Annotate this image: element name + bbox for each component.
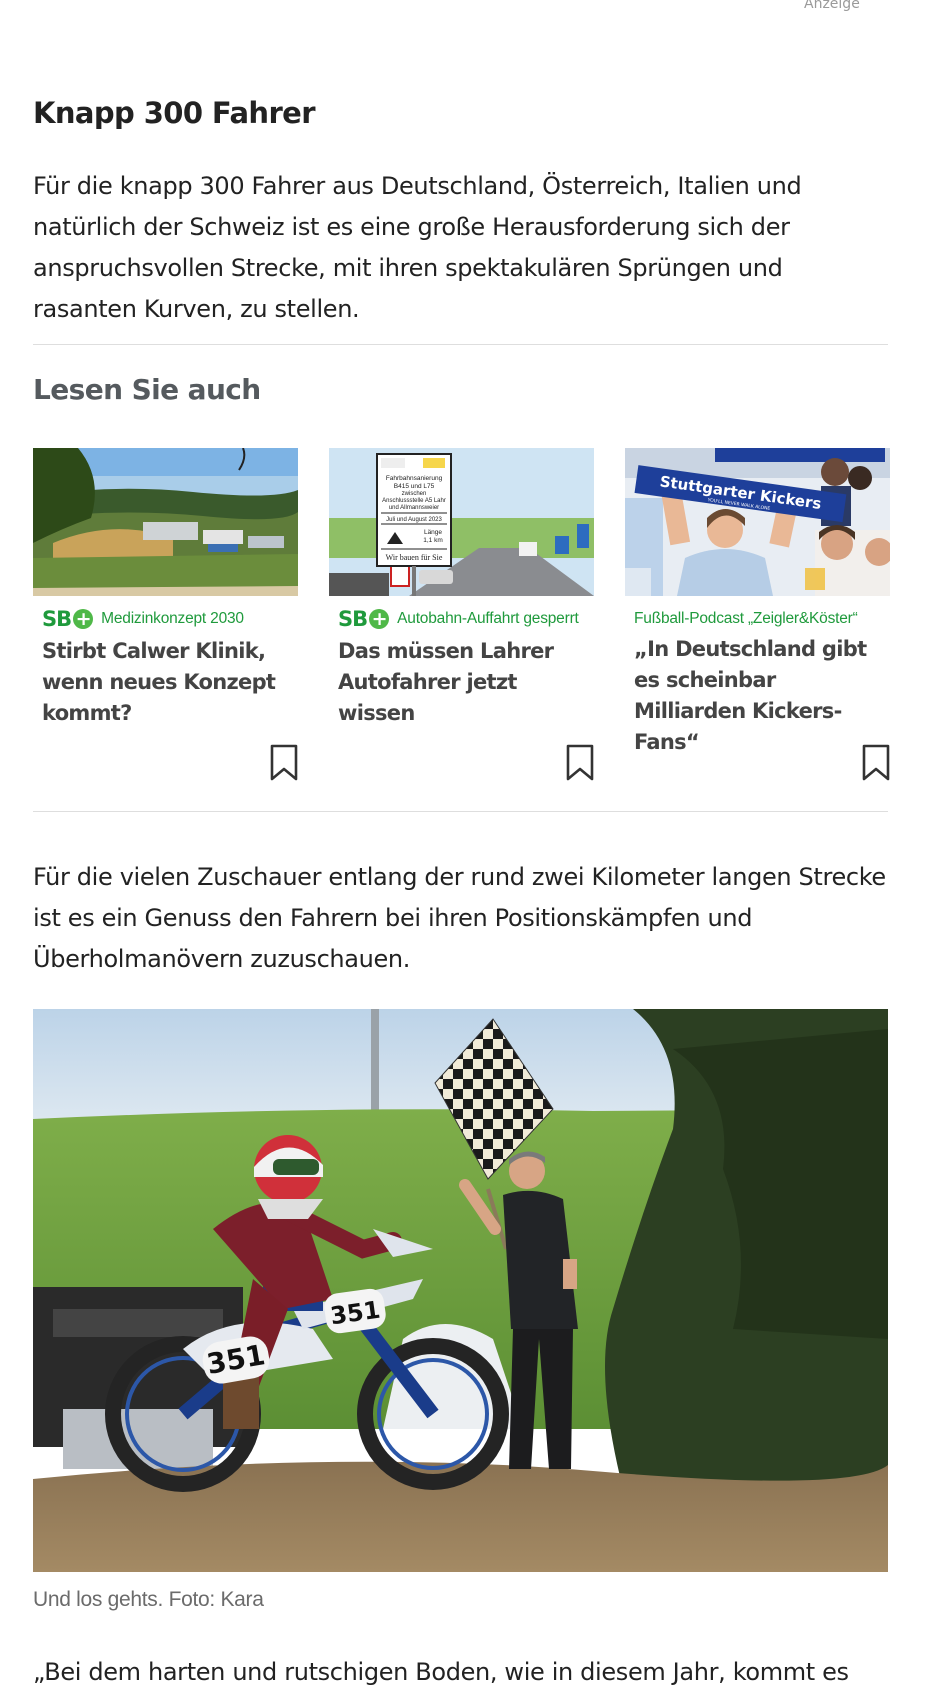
article-photo-motocross[interactable]: 351 351 [33, 1009, 888, 1572]
article-paragraph: Für die vielen Zuschauer entlang der run… [33, 863, 886, 973]
teaser-card-kickers-podcast[interactable]: Stuttgarter Kickers YOU'LL NEVER WALK AL… [625, 448, 890, 793]
sb-plus-badge: SB + [338, 607, 390, 631]
teaser-meta: Fußball-Podcast „Zeigler&Köster“ [634, 607, 890, 631]
sign-text: B415 und L75 [394, 483, 435, 490]
teaser-image-fans[interactable]: Stuttgarter Kickers YOU'LL NEVER WALK AL… [625, 448, 890, 596]
read-also-title: Lesen Sie auch [33, 373, 261, 406]
plus-icon: + [369, 609, 390, 629]
sign-text: Länge [424, 529, 442, 536]
teaser-headline[interactable]: Das müssen Lahrer Autofahrer jetzt wisse… [338, 636, 588, 729]
divider [33, 811, 888, 812]
teaser-card-lahr-autobahn[interactable]: Fahrbahnsanierung B415 und L75 zwischen … [329, 448, 594, 793]
sign-text: 1,1 km [423, 537, 443, 544]
teaser-headline[interactable]: „In Deutschland gibt es scheinbar Millia… [634, 634, 884, 758]
teaser-kicker: Fußball-Podcast „Zeigler&Köster“ [634, 610, 858, 627]
teaser-image-road-sign[interactable]: Fahrbahnsanierung B415 und L75 zwischen … [329, 448, 594, 596]
teaser-kicker: Medizinkonzept 2030 [101, 610, 244, 627]
sign-text: Fahrbahnsanierung [386, 475, 443, 482]
article-paragraph: „Bei dem harten und rutschigen Boden, wi… [33, 1658, 849, 1686]
sign-text: Juli und August 2023 [386, 517, 442, 523]
sign-text: zwischen [402, 491, 427, 497]
plus-icon: + [73, 609, 94, 629]
bookmark-icon[interactable] [862, 744, 890, 782]
sign-text: und Allmannsweier [389, 505, 439, 511]
teaser-card-calw-klinik[interactable]: SB + Medizinkonzept 2030 Stirbt Calwer Kl… [33, 448, 298, 793]
teaser-meta: SB + Medizinkonzept 2030 [42, 607, 298, 631]
divider [33, 344, 888, 345]
teaser-image-landscape[interactable] [33, 448, 298, 596]
teaser-headline[interactable]: Stirbt Calwer Klinik, wenn neues Konzept… [42, 636, 292, 729]
teaser-kicker: Autobahn-Auffahrt gesperrt [397, 610, 579, 627]
bookmark-icon[interactable] [566, 744, 594, 782]
article-paragraph: Für die knapp 300 Fahrer aus Deutschland… [33, 172, 802, 323]
bookmark-icon[interactable] [270, 744, 298, 782]
teaser-meta: SB + Autobahn-Auffahrt gesperrt [338, 607, 594, 631]
photo-caption: Und los gehts. Foto: Kara [33, 1588, 264, 1611]
sign-text: Wir bauen für Sie [386, 553, 443, 562]
ad-label: Anzeige [804, 0, 860, 12]
sb-plus-badge: SB + [42, 607, 94, 631]
section-heading: Knapp 300 Fahrer [33, 96, 316, 130]
sign-text: Anschlussstelle A5 Lahr [382, 498, 446, 504]
